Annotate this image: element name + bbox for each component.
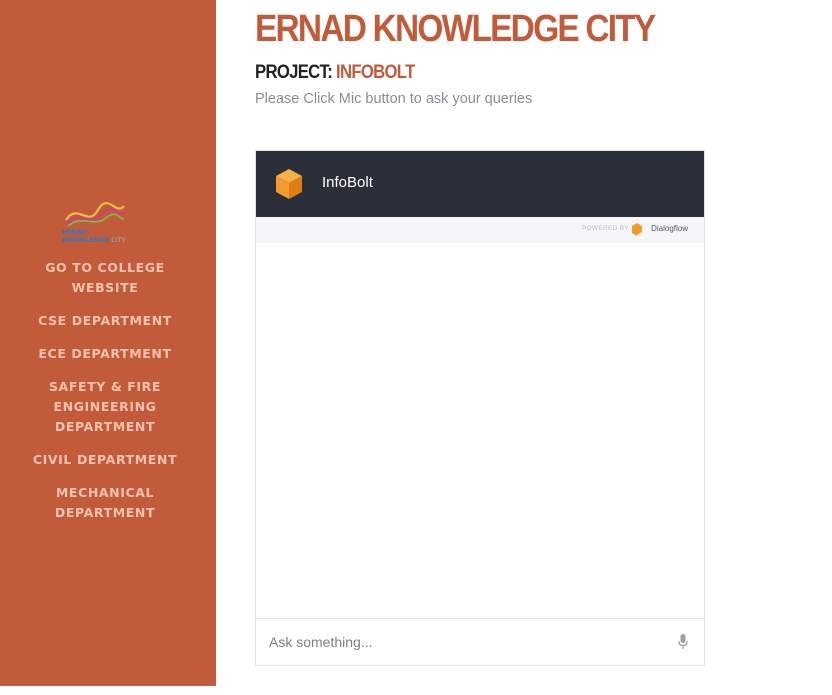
sidebar-item-mechanical[interactable]: MECHANICAL DEPARTMENT xyxy=(0,483,210,523)
sidebar: ERNAD KNOWLEDGE CITY GO TO COLLEGE WEBSI… xyxy=(0,0,216,686)
logo-line-1: ERNAD xyxy=(62,228,88,236)
sidebar-item-civil[interactable]: CIVIL DEPARTMENT xyxy=(0,450,210,470)
chat-input[interactable] xyxy=(269,619,659,665)
chat-widget: InfoBolt POWERED BY Dialogflow xyxy=(255,150,705,666)
chat-input-bar xyxy=(256,618,704,665)
sidebar-item-ece[interactable]: ECE DEPARTMENT xyxy=(0,344,210,364)
project-name: INFOBOLT xyxy=(336,62,415,83)
dialogflow-icon xyxy=(632,223,642,241)
sidebar-item-college-website[interactable]: GO TO COLLEGE WEBSITE xyxy=(0,258,210,298)
sidebar-item-cse[interactable]: CSE DEPARTMENT xyxy=(0,311,210,331)
project-label: PROJECT: xyxy=(255,62,333,83)
logo-text: ERNAD KNOWLEDGE CITY xyxy=(62,228,154,244)
powered-by-bar: POWERED BY Dialogflow xyxy=(256,217,704,243)
college-logo: ERNAD KNOWLEDGE CITY xyxy=(60,198,152,248)
logo-line-2b: CITY xyxy=(111,236,126,244)
message-list[interactable] xyxy=(256,243,704,619)
bot-name: InfoBolt xyxy=(322,174,373,191)
logo-line-2a: KNOWLEDGE xyxy=(62,236,109,244)
powered-by-label: POWERED BY xyxy=(581,225,629,232)
logo-waves-icon xyxy=(65,202,125,227)
chat-header: InfoBolt xyxy=(256,151,704,217)
page-title: ERNAD KNOWLEDGE CITY xyxy=(255,8,656,50)
logo-line-2: KNOWLEDGE CITY xyxy=(62,236,154,244)
page-subtitle: Please Click Mic button to ask your quer… xyxy=(255,91,533,107)
cube-icon xyxy=(275,168,303,205)
sidebar-item-safety-fire[interactable]: SAFETY & FIRE ENGINEERING DEPARTMENT xyxy=(0,377,210,437)
microphone-icon[interactable] xyxy=(678,634,688,655)
sidebar-nav: GO TO COLLEGE WEBSITE CSE DEPARTMENT ECE… xyxy=(0,258,210,536)
project-heading: PROJECT: INFOBOLT xyxy=(255,62,415,84)
dialogflow-link[interactable]: Dialogflow xyxy=(651,224,688,233)
